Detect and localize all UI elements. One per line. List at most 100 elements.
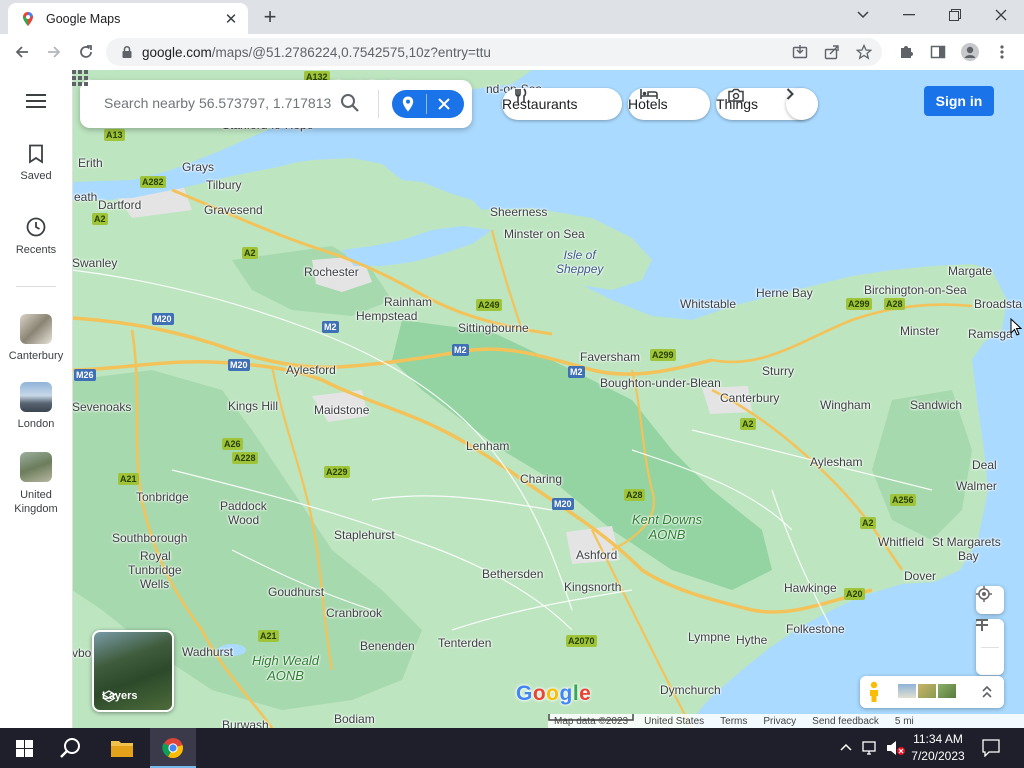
place-label[interactable]: Wells xyxy=(140,577,169,591)
country-link[interactable]: United States xyxy=(644,716,704,727)
saved-button[interactable]: Saved xyxy=(0,144,72,182)
place-label[interactable]: Bodiam xyxy=(334,712,375,726)
place-label[interactable]: Aylesham xyxy=(810,455,862,469)
hamburger-menu-icon[interactable] xyxy=(26,94,46,108)
place-label[interactable]: Ashford xyxy=(576,548,617,562)
road-shield[interactable]: M20 xyxy=(152,313,174,325)
install-app-icon[interactable] xyxy=(792,44,808,60)
place-label[interactable]: Southborough xyxy=(112,531,187,545)
chevron-right-icon[interactable] xyxy=(786,88,794,100)
show-hidden-icons-chevron-icon[interactable] xyxy=(840,743,852,751)
road-shield[interactable]: A299 xyxy=(846,298,872,310)
place-label[interactable]: Minster on Sea xyxy=(504,227,585,241)
place-label[interactable]: Hythe xyxy=(736,633,767,647)
place-label[interactable]: eath xyxy=(74,190,97,204)
road-shield[interactable]: A28 xyxy=(624,489,645,501)
place-label[interactable]: Wadhurst xyxy=(182,645,233,659)
road-shield[interactable]: A28 xyxy=(884,298,905,310)
road-shield[interactable]: A2 xyxy=(92,213,108,225)
google-apps-grid-icon[interactable] xyxy=(72,70,88,86)
volume-muted-icon[interactable] xyxy=(886,740,906,756)
scale-bar[interactable] xyxy=(548,714,634,722)
place-label[interactable]: Faversham xyxy=(580,350,640,364)
place-label[interactable]: Sheerness xyxy=(490,205,547,219)
place-label[interactable]: Tenterden xyxy=(438,636,491,650)
search-taskbar-icon[interactable] xyxy=(60,737,82,759)
place-label[interactable]: Benenden xyxy=(360,639,415,653)
place-label[interactable]: Sturry xyxy=(762,364,794,378)
close-window-icon[interactable] xyxy=(978,0,1024,30)
bookmark-star-icon[interactable] xyxy=(856,44,872,60)
road-shield[interactable]: M2 xyxy=(568,366,585,378)
place-label[interactable]: Cranbrook xyxy=(326,606,382,620)
place-label[interactable]: Tonbridge xyxy=(136,490,189,504)
notifications-icon[interactable] xyxy=(982,739,1000,757)
road-shield[interactable]: A299 xyxy=(650,349,676,361)
forward-arrow-icon[interactable] xyxy=(42,40,66,64)
road-shield[interactable]: A249 xyxy=(476,299,502,311)
road-shield[interactable]: A229 xyxy=(324,466,350,478)
terms-link[interactable]: Terms xyxy=(720,716,747,727)
place-label[interactable]: Tilbury xyxy=(206,178,242,192)
place-label[interactable]: Goudhurst xyxy=(268,585,324,599)
place-label[interactable]: Whitstable xyxy=(680,297,736,311)
road-shield[interactable]: M2 xyxy=(322,321,339,333)
place-label[interactable]: Grays xyxy=(182,160,214,174)
search-icon[interactable] xyxy=(340,93,360,113)
place-label[interactable]: Swanley xyxy=(72,256,117,270)
directions-chip[interactable] xyxy=(392,90,464,118)
clear-close-icon[interactable] xyxy=(438,98,450,110)
url-text[interactable]: google.com/maps/@51.2786224,0.7542575,10… xyxy=(142,45,491,60)
road-shield[interactable]: M20 xyxy=(228,359,250,371)
road-shield[interactable]: A2070 xyxy=(566,635,597,647)
place-label[interactable]: Deal xyxy=(972,458,997,472)
send-feedback-link[interactable]: Send feedback xyxy=(812,716,879,727)
search-box[interactable]: Search nearby 56.573797, 1.717813 xyxy=(80,80,472,128)
place-label[interactable]: Rochester xyxy=(304,265,359,279)
place-label[interactable]: Dymchurch xyxy=(660,683,721,697)
road-shield[interactable]: A20 xyxy=(844,588,865,600)
place-label[interactable]: Tunbridge xyxy=(128,563,182,577)
file-explorer-folder-icon[interactable] xyxy=(110,738,134,758)
place-label[interactable]: Gravesend xyxy=(204,203,263,217)
place-label[interactable]: Charing xyxy=(520,472,562,486)
recents-button[interactable]: Recents xyxy=(0,216,72,256)
place-label[interactable]: Hawkinge xyxy=(784,581,837,595)
road-shield[interactable]: A2 xyxy=(860,517,876,529)
profile-avatar-icon[interactable] xyxy=(958,40,982,64)
location-pin-icon[interactable] xyxy=(402,96,414,112)
imagery-thumbnail-1[interactable] xyxy=(898,684,916,698)
place-label[interactable]: Rainham xyxy=(384,295,432,309)
scale-label[interactable]: 5 mi xyxy=(895,716,914,727)
road-shield[interactable]: A13 xyxy=(104,129,125,141)
road-shield[interactable]: M20 xyxy=(552,498,574,510)
new-tab-plus-icon[interactable]: + xyxy=(258,4,282,29)
place-label[interactable]: Dartford xyxy=(98,198,141,212)
clock-date[interactable]: 7/20/2023 xyxy=(908,749,968,763)
tab-search-chevron-icon[interactable] xyxy=(840,0,886,30)
chips-next-button[interactable] xyxy=(786,88,818,120)
minus-icon[interactable] xyxy=(976,619,988,621)
place-label[interactable]: Sandwich xyxy=(910,398,962,412)
expand-chevrons-icon[interactable] xyxy=(982,685,992,699)
road-shield[interactable]: A21 xyxy=(118,473,139,485)
windows-start-icon[interactable] xyxy=(16,740,33,757)
recent-place-london[interactable]: London xyxy=(0,382,72,430)
place-label[interactable]: Whitfield xyxy=(878,535,924,549)
network-icon[interactable] xyxy=(862,740,880,756)
place-label[interactable]: Birchington-on-Sea xyxy=(864,283,967,297)
place-label[interactable]: Ramsga xyxy=(968,327,1013,341)
road-shield[interactable]: A256 xyxy=(890,494,916,506)
place-label[interactable]: Sevenoaks xyxy=(72,400,131,414)
road-shield[interactable]: A2 xyxy=(740,418,756,430)
place-label[interactable]: Paddock xyxy=(220,499,267,513)
place-label[interactable]: Broadsta xyxy=(974,297,1022,311)
place-label[interactable]: Staplehurst xyxy=(334,528,395,542)
place-label[interactable]: Bethersden xyxy=(482,567,543,581)
place-label[interactable]: Aylesford xyxy=(286,363,336,377)
recent-place-canterbury[interactable]: Canterbury xyxy=(0,314,72,362)
road-shield[interactable]: A26 xyxy=(222,438,243,450)
main-menu-button[interactable] xyxy=(0,94,72,114)
place-label[interactable]: Royal xyxy=(140,549,171,563)
place-label[interactable]: Lenham xyxy=(466,439,509,453)
